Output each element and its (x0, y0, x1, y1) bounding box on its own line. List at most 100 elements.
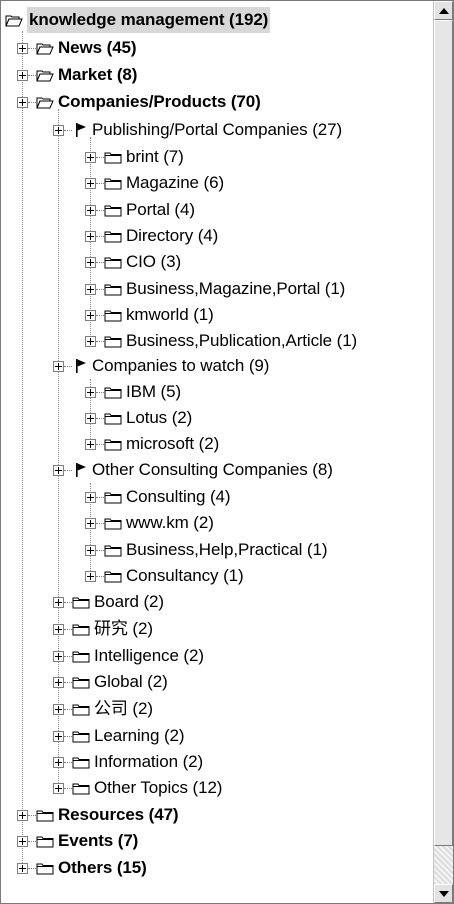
folder-icon (104, 335, 122, 348)
folder-icon (104, 570, 122, 583)
plus-expander-icon[interactable] (53, 730, 64, 742)
tree-item-directory[interactable]: Directory (4) (85, 223, 218, 249)
tree-item-other-consulting[interactable]: Other Consulting Companies (8) (53, 457, 333, 483)
plus-expander-icon[interactable] (53, 782, 64, 794)
plus-expander-icon[interactable] (85, 438, 96, 450)
tree-item-consulting[interactable]: Consulting (4) (85, 484, 231, 510)
plus-expander-icon[interactable] (53, 360, 64, 372)
plus-expander-icon[interactable] (53, 703, 64, 715)
tree-item-label: Consulting (4) (126, 487, 231, 506)
folder-icon (104, 204, 122, 217)
tree-item-news[interactable]: News (45) (17, 35, 137, 61)
tree-item-label: Resources (47) (58, 805, 179, 824)
tree-item-label: Consultancy (1) (126, 566, 244, 585)
tree-item-companies-products[interactable]: Companies/Products (70) (17, 89, 261, 115)
tree-item-board[interactable]: Board (2) (53, 589, 164, 615)
plus-expander-icon[interactable] (17, 42, 28, 54)
plus-expander-icon[interactable] (85, 283, 96, 295)
vertical-scrollbar[interactable] (433, 1, 453, 903)
scrollbar-thumb[interactable] (434, 20, 453, 846)
tree-item-companies-to-watch[interactable]: Companies to watch (9) (53, 353, 269, 379)
scroll-up-button[interactable] (434, 1, 453, 20)
plus-expander-icon[interactable] (53, 596, 64, 608)
tree-item-information[interactable]: Information (2) (53, 749, 203, 775)
plus-expander-icon[interactable] (85, 177, 96, 189)
tree-item-other-topics[interactable]: Other Topics (12) (53, 775, 222, 801)
plus-expander-icon[interactable] (85, 256, 96, 268)
plus-expander-icon[interactable] (85, 204, 96, 216)
plus-expander-icon[interactable] (53, 464, 64, 476)
plus-expander-icon[interactable] (85, 386, 96, 398)
tree-item-business-magazine-portal[interactable]: Business,Magazine,Portal (1) (85, 276, 345, 302)
tree-view: knowledge management (192) News (45) Mar… (0, 0, 454, 904)
tree-item-label: Other Consulting Companies (8) (92, 460, 333, 479)
tree-item-label: CIO (3) (126, 252, 182, 271)
tree-item-publishing-portal[interactable]: Publishing/Portal Companies (27) (53, 117, 342, 143)
plus-expander-icon[interactable] (85, 570, 96, 582)
tree-item-brint[interactable]: brint (7) (85, 144, 184, 170)
tree-item-magazine[interactable]: Magazine (6) (85, 170, 224, 196)
tree-item-label: Others (15) (58, 858, 147, 877)
tree-item-events[interactable]: Events (7) (17, 828, 138, 854)
tree-item-label: Directory (4) (126, 226, 219, 245)
plus-expander-icon[interactable] (17, 835, 28, 847)
tree-item-label: Business,Help,Practical (1) (126, 540, 328, 559)
plus-expander-icon[interactable] (53, 124, 64, 136)
folder-icon (104, 256, 122, 269)
tree-item-resources[interactable]: Resources (47) (17, 802, 179, 828)
flag-icon (74, 122, 88, 138)
plus-expander-icon[interactable] (85, 309, 96, 321)
tree-item-global[interactable]: Global (2) (53, 669, 168, 695)
tree-item-research[interactable]: 研究 (2) (53, 616, 153, 642)
plus-expander-icon[interactable] (17, 96, 28, 108)
folder-icon (36, 862, 54, 875)
folder-icon (36, 835, 54, 848)
plus-expander-icon[interactable] (85, 491, 96, 503)
tree-item-cio[interactable]: CIO (3) (85, 249, 181, 275)
tree-item-consultancy[interactable]: Consultancy (1) (85, 563, 244, 589)
tree-item-lotus[interactable]: Lotus (2) (85, 405, 192, 431)
tree-item-microsoft[interactable]: microsoft (2) (85, 431, 219, 457)
scroll-down-button[interactable] (434, 884, 453, 903)
plus-expander-icon[interactable] (53, 756, 64, 768)
tree-item-label: Market (8) (58, 65, 138, 84)
plus-expander-icon[interactable] (85, 335, 96, 347)
tree-item-label: kmworld (1) (126, 305, 214, 324)
tree-item-intelligence[interactable]: Intelligence (2) (53, 643, 204, 669)
open-folder-icon (5, 14, 23, 27)
plus-expander-icon[interactable] (17, 862, 28, 874)
tree-root[interactable]: knowledge management (192) (5, 7, 271, 33)
folder-icon (72, 650, 90, 663)
plus-expander-icon[interactable] (17, 69, 28, 81)
tree-item-label: Intelligence (2) (94, 646, 204, 665)
plus-expander-icon[interactable] (53, 650, 64, 662)
plus-expander-icon[interactable] (85, 230, 96, 242)
folder-icon (72, 703, 90, 716)
plus-expander-icon[interactable] (85, 151, 96, 163)
tree-item-label: Magazine (6) (126, 173, 225, 192)
tree-item-others[interactable]: Others (15) (17, 855, 147, 881)
scrollbar-track[interactable] (434, 846, 453, 884)
folder-icon (72, 730, 90, 743)
tree-item-portal[interactable]: Portal (4) (85, 197, 195, 223)
tree-item-company[interactable]: 公司 (2) (53, 696, 153, 722)
folder-icon (104, 438, 122, 451)
open-folder-icon (36, 96, 54, 109)
plus-expander-icon[interactable] (85, 544, 96, 556)
tree-item-market[interactable]: Market (8) (17, 62, 137, 88)
tree-item-label: brint (7) (126, 147, 184, 166)
tree-item-label: Business,Magazine,Portal (1) (126, 279, 346, 298)
plus-expander-icon[interactable] (85, 517, 96, 529)
folder-icon (104, 151, 122, 164)
tree-item-ibm[interactable]: IBM (5) (85, 379, 181, 405)
plus-expander-icon[interactable] (85, 412, 96, 424)
tree-item-kmworld[interactable]: kmworld (1) (85, 302, 214, 328)
tree-item-label: Events (7) (58, 831, 139, 850)
tree-item-business-publication-article[interactable]: Business,Publication,Article (1) (85, 328, 357, 354)
plus-expander-icon[interactable] (53, 623, 64, 635)
plus-expander-icon[interactable] (53, 676, 64, 688)
tree-item-business-help-practical[interactable]: Business,Help,Practical (1) (85, 537, 327, 563)
tree-item-www-km[interactable]: www.km (2) (85, 510, 214, 536)
tree-item-learning[interactable]: Learning (2) (53, 723, 185, 749)
plus-expander-icon[interactable] (17, 809, 28, 821)
